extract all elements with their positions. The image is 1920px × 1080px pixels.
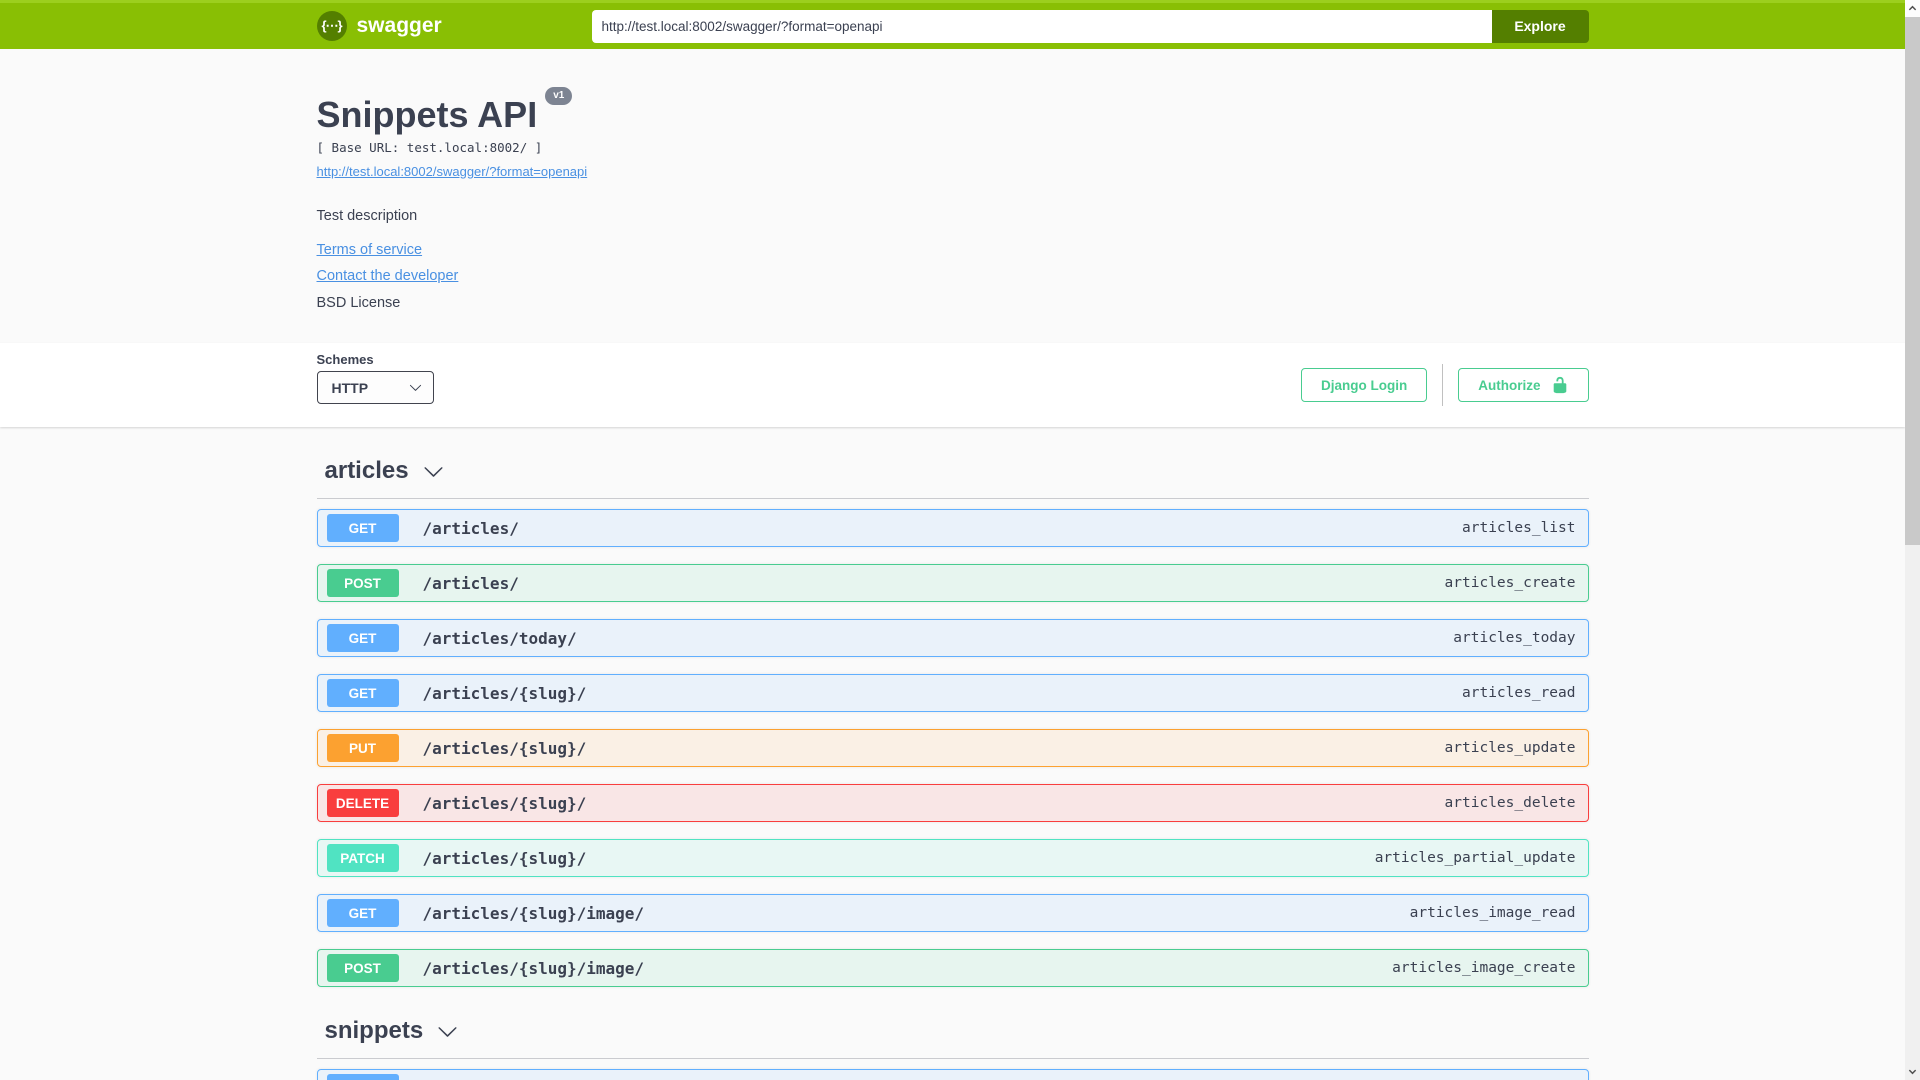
method-badge: PATCH <box>326 844 399 872</box>
operation-id: articles_partial_update <box>1374 850 1576 866</box>
scrollbar-down-button[interactable] <box>1905 1063 1920 1080</box>
operation-path: /articles/{slug}/ <box>422 738 587 758</box>
section-header[interactable]: snippets <box>316 1017 1589 1059</box>
authorize-button[interactable]: Authorize <box>1458 368 1589 402</box>
page-title: Snippets API v1 <box>316 87 1589 135</box>
license-text: BSD License <box>316 295 401 311</box>
vertical-scrollbar[interactable] <box>1905 0 1920 1080</box>
section-rows: GET /articles/ articles_list POST /artic… <box>316 509 1589 987</box>
operation-path: /articles/{slug}/image/ <box>422 958 645 978</box>
topbar: {⋯} swagger Explore <box>0 0 1905 49</box>
operation-id: articles_update <box>1444 740 1576 756</box>
operation-row[interactable]: DELETE /articles/{slug}/ articles_delete <box>316 784 1589 822</box>
schemes-selected-value: HTTP <box>331 379 369 396</box>
method-badge: GET <box>326 514 399 542</box>
method-badge: DELETE <box>326 789 399 817</box>
operation-row[interactable]: GET /articles/ articles_list <box>316 509 1589 547</box>
method-badge: PUT <box>326 734 399 762</box>
operation-row[interactable]: GET /articles/{slug}/image/ articles_ima… <box>316 894 1589 932</box>
django-login-label: Django Login <box>1321 377 1408 393</box>
terms-of-service-link[interactable]: Terms of service <box>317 242 423 258</box>
operation-path: /articles/today/ <box>422 628 577 648</box>
chevron-down-icon[interactable] <box>437 1021 458 1042</box>
scrollbar-thumb[interactable] <box>1905 17 1920 545</box>
operations-list: articles GET /articles/ articles_list PO… <box>316 457 1589 1080</box>
spec-url-group: Explore <box>591 9 1589 43</box>
method-badge: POST <box>326 954 399 982</box>
method-badge: GET <box>326 1074 399 1080</box>
scrollbar-up-button[interactable] <box>1905 0 1920 17</box>
method-badge: POST <box>326 569 399 597</box>
operation-id: articles_read <box>1462 685 1576 701</box>
api-section: articles GET /articles/ articles_list PO… <box>316 457 1589 987</box>
operation-row[interactable]: POST /articles/ articles_create <box>316 564 1589 602</box>
api-title-text: Snippets API <box>316 94 538 135</box>
operation-row[interactable]: PATCH /articles/{slug}/ articles_partial… <box>316 839 1589 877</box>
api-section: snippets GET /snippets/ snippets_list <box>316 1017 1589 1080</box>
operation-row[interactable]: GET /articles/{slug}/ articles_read <box>316 674 1589 712</box>
operation-id: articles_today <box>1453 630 1576 646</box>
swagger-braces-icon: {⋯} <box>316 11 347 41</box>
chevron-down-icon <box>409 384 421 391</box>
authorize-label: Authorize <box>1478 377 1541 393</box>
auth-divider <box>1442 364 1444 406</box>
method-badge: GET <box>326 624 399 652</box>
operation-path: /articles/{slug}/image/ <box>422 903 645 923</box>
spec-url-input[interactable] <box>591 9 1492 43</box>
operation-row[interactable]: PUT /articles/{slug}/ articles_update <box>316 729 1589 767</box>
chevron-down-icon[interactable] <box>423 461 444 482</box>
unlocked-padlock-icon <box>1553 376 1566 394</box>
schemes-select[interactable]: HTTP <box>316 371 434 404</box>
operation-id: articles_list <box>1462 520 1576 536</box>
section-title: articles <box>324 457 409 484</box>
api-info-section: Snippets API v1 [ Base URL: test.local:80… <box>0 49 1905 343</box>
section-header[interactable]: articles <box>316 457 1589 499</box>
operation-id: articles_create <box>1444 575 1576 591</box>
operation-path: /articles/{slug}/ <box>422 793 587 813</box>
operation-row[interactable]: GET /snippets/ snippets_list <box>316 1069 1589 1080</box>
chevron-up-icon <box>1908 5 1917 11</box>
version-badge: v1 <box>545 87 573 105</box>
operation-path: /articles/ <box>422 518 519 538</box>
method-badge: GET <box>326 899 399 927</box>
method-badge: GET <box>326 679 399 707</box>
operation-path: /articles/ <box>422 573 519 593</box>
operation-id: articles_delete <box>1444 795 1576 811</box>
contact-developer-link[interactable]: Contact the developer <box>317 268 459 284</box>
operation-id: articles_image_create <box>1392 960 1576 976</box>
operation-id: articles_image_read <box>1409 905 1576 921</box>
operation-row[interactable]: GET /articles/today/ articles_today <box>316 619 1589 657</box>
django-login-button[interactable]: Django Login <box>1301 368 1428 402</box>
brand-name: swagger <box>356 14 442 37</box>
operations-area: articles GET /articles/ articles_list PO… <box>0 427 1905 1080</box>
explore-button[interactable]: Explore <box>1491 9 1589 43</box>
operation-path: /articles/{slug}/ <box>422 683 587 703</box>
section-title: snippets <box>324 1017 424 1044</box>
chevron-down-icon <box>1908 1069 1917 1075</box>
scheme-container: Schemes HTTP Django Login Authorize <box>0 343 1905 427</box>
operation-path: /articles/{slug}/ <box>422 848 587 868</box>
spec-link[interactable]: http://test.local:8002/swagger/?format=o… <box>317 164 588 179</box>
schemes-label: Schemes <box>316 352 374 367</box>
section-rows: GET /snippets/ snippets_list <box>316 1069 1589 1080</box>
swagger-logo: {⋯} swagger <box>316 11 442 41</box>
api-description: Test description <box>316 208 418 224</box>
base-url: [ Base URL: test.local:8002/ ] <box>316 140 543 155</box>
operation-row[interactable]: POST /articles/{slug}/image/ articles_im… <box>316 949 1589 987</box>
